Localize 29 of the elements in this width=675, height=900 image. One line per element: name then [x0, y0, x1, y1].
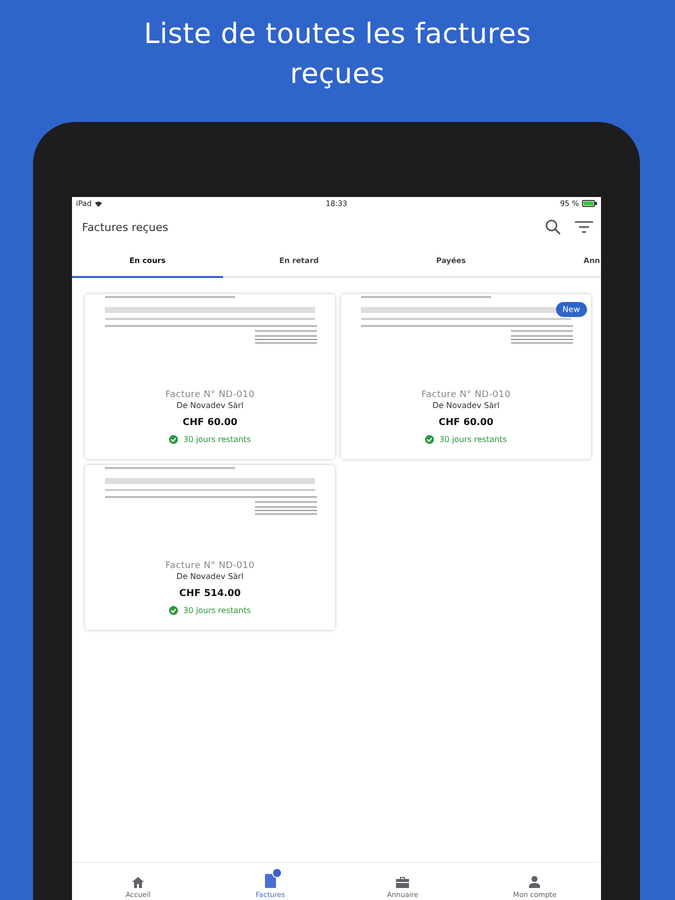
search-button[interactable] [545, 219, 561, 235]
invoice-number: Facture N° ND-010 [165, 561, 255, 571]
invoice-card[interactable]: Facture N° ND-010 De Novadev Sàrl CHF 514.00 30 jours restants [85, 465, 335, 630]
check-icon [169, 606, 178, 615]
supplier-name: De Novadev Sàrl [176, 572, 244, 581]
briefcase-icon [396, 877, 410, 888]
days-remaining: 30 jours restants [183, 606, 251, 615]
invoice-number: Facture N° ND-010 [421, 390, 511, 400]
supplier-name: De Novadev Sàrl [432, 401, 500, 410]
invoice-amount: CHF 60.00 [182, 417, 238, 428]
new-badge: New [556, 302, 587, 317]
invoice-amount: CHF 60.00 [438, 417, 494, 428]
home-icon [132, 877, 144, 888]
page-title: Factures reçues [82, 220, 170, 234]
headline: Liste de toutes les factures reçues [142, 16, 532, 92]
invoice-card[interactable]: Facture N° ND-010 De Novadev Sàrl CHF 60.00 30 jours restants [85, 294, 335, 459]
supplier-name: De Novadev Sàrl [176, 401, 244, 410]
days-remaining: 30 jours restants [439, 435, 507, 444]
check-icon [425, 435, 434, 444]
filter-button[interactable] [575, 220, 593, 234]
days-remaining: 30 jours restants [183, 435, 251, 444]
wifi-icon [94, 200, 102, 206]
check-icon [169, 435, 178, 444]
document-icon [264, 874, 276, 888]
battery-icon [582, 200, 597, 207]
invoice-number: Facture N° ND-010 [165, 390, 255, 400]
invoice-amount: CHF 514.00 [179, 588, 241, 599]
invoice-card[interactable]: Facture N° ND-010 De Novadev Sàrl CHF 60.00 30 jours restants New [341, 294, 591, 459]
person-icon [529, 876, 540, 888]
